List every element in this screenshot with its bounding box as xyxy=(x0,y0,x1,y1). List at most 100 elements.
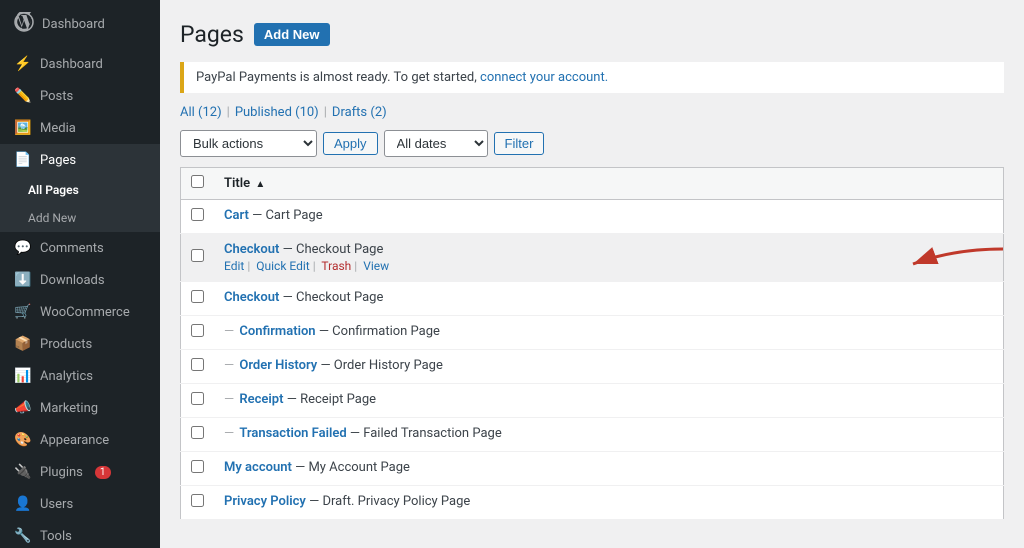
page-desc: — My Account Page xyxy=(295,460,410,475)
indent-marker: — xyxy=(224,426,237,441)
row-checkbox[interactable] xyxy=(191,208,204,221)
sidebar-item-downloads[interactable]: ⬇️ Downloads xyxy=(0,264,160,296)
sidebar-item-comments[interactable]: 💬 Comments xyxy=(0,232,160,264)
apply-button[interactable]: Apply xyxy=(323,132,378,155)
sep-1: | xyxy=(227,105,230,120)
all-pages-label: All Pages xyxy=(28,183,79,197)
row-actions: Edit| Quick Edit| Trash| View xyxy=(224,259,993,273)
analytics-icon: 📊 xyxy=(14,367,32,385)
filter-drafts-link[interactable]: Drafts (2) xyxy=(332,105,387,120)
title-col-header[interactable]: Title ▲ xyxy=(214,167,1004,199)
sidebar-item-woocommerce[interactable]: 🛒 WooCommerce xyxy=(0,296,160,328)
table-row: — Confirmation — Confirmation Page Edit|… xyxy=(181,315,1004,349)
media-icon: 🖼️ xyxy=(14,119,32,137)
sidebar-item-media[interactable]: 🖼️ Media xyxy=(0,112,160,144)
sidebar-label-downloads: Downloads xyxy=(40,273,105,288)
check-all-checkbox[interactable] xyxy=(191,175,204,188)
edit-action[interactable]: Edit xyxy=(224,259,244,273)
row-checkbox[interactable] xyxy=(191,358,204,371)
page-title-link[interactable]: Cart xyxy=(224,208,249,223)
add-new-page-label: Add New xyxy=(28,211,76,225)
sidebar-item-add-new-page[interactable]: Add New xyxy=(0,204,160,232)
sidebar-label-posts: Posts xyxy=(40,89,73,104)
page-desc: — Checkout Page xyxy=(283,290,384,305)
notice-connect-link[interactable]: connect your account. xyxy=(480,70,608,85)
page-title-link[interactable]: Checkout xyxy=(224,242,279,257)
trash-action[interactable]: Trash xyxy=(321,259,351,273)
filter-published-link[interactable]: Published (10) xyxy=(235,105,319,120)
pages-icon: 📄 xyxy=(14,151,32,169)
wp-logo-icon xyxy=(14,12,34,36)
table-row: Checkout — Checkout Page Edit| Quick Edi… xyxy=(181,233,1004,281)
row-checkbox[interactable] xyxy=(191,324,204,337)
row-checkbox-col xyxy=(181,451,215,485)
sidebar-label-comments: Comments xyxy=(40,241,104,256)
sidebar-label-products: Products xyxy=(40,337,92,352)
row-title-col: Cart — Cart Page Edit| Quick Edit| Trash… xyxy=(214,199,1004,233)
page-title-link[interactable]: Privacy Policy xyxy=(224,494,306,509)
filter-button[interactable]: Filter xyxy=(494,132,545,155)
sidebar-label-appearance: Appearance xyxy=(40,433,109,448)
page-title-link[interactable]: Receipt xyxy=(239,392,283,407)
posts-icon: ✏️ xyxy=(14,87,32,105)
filter-all-link[interactable]: All (12) xyxy=(180,105,222,120)
paypal-notice: PayPal Payments is almost ready. To get … xyxy=(180,62,1004,93)
sidebar-item-posts[interactable]: ✏️ Posts xyxy=(0,80,160,112)
plugins-icon: 🔌 xyxy=(14,463,32,481)
sidebar-item-pages[interactable]: 📄 Pages xyxy=(0,144,160,176)
woocommerce-icon: 🛒 xyxy=(14,303,32,321)
sort-icon: ▲ xyxy=(255,179,265,190)
page-title-link[interactable]: Transaction Failed xyxy=(239,426,346,441)
row-checkbox[interactable] xyxy=(191,249,204,262)
page-desc: — Order History Page xyxy=(320,358,442,373)
all-dates-select[interactable]: All dates xyxy=(384,130,488,157)
row-checkbox-col xyxy=(181,281,215,315)
sidebar-item-products[interactable]: 📦 Products xyxy=(0,328,160,360)
notice-text: PayPal Payments is almost ready. To get … xyxy=(196,70,477,85)
row-checkbox-col xyxy=(181,233,215,281)
add-new-button[interactable]: Add New xyxy=(254,23,330,46)
page-desc: — Failed Transaction Page xyxy=(350,426,502,441)
sidebar-label-tools: Tools xyxy=(40,529,72,544)
sidebar-item-appearance[interactable]: 🎨 Appearance xyxy=(0,424,160,456)
page-title-link[interactable]: My account xyxy=(224,460,292,475)
row-checkbox[interactable] xyxy=(191,290,204,303)
downloads-icon: ⬇️ xyxy=(14,271,32,289)
plugins-badge: 1 xyxy=(95,466,111,479)
view-action[interactable]: View xyxy=(363,259,389,273)
quick-edit-action[interactable]: Quick Edit xyxy=(256,259,309,273)
sidebar-item-marketing[interactable]: 📣 Marketing xyxy=(0,392,160,424)
row-checkbox[interactable] xyxy=(191,392,204,405)
page-title-link[interactable]: Confirmation xyxy=(239,324,315,339)
row-checkbox[interactable] xyxy=(191,426,204,439)
row-checkbox[interactable] xyxy=(191,494,204,507)
page-title-link[interactable]: Order History xyxy=(239,358,317,373)
sidebar-label-plugins: Plugins xyxy=(40,465,83,480)
sidebar-item-all-pages[interactable]: All Pages xyxy=(0,176,160,204)
row-checkbox-col xyxy=(181,315,215,349)
sidebar-logo[interactable]: Dashboard xyxy=(0,0,160,48)
sidebar-item-tools[interactable]: 🔧 Tools xyxy=(0,520,160,548)
sidebar-item-dashboard[interactable]: ⚡ Dashboard xyxy=(0,48,160,80)
sidebar-pages-submenu: All Pages Add New xyxy=(0,176,160,232)
dashboard-icon: ⚡ xyxy=(14,55,32,73)
table-row: — Order History — Order History Page Edi… xyxy=(181,349,1004,383)
table-row: Cart — Cart Page Edit| Quick Edit| Trash… xyxy=(181,199,1004,233)
sidebar-label-dashboard: Dashboard xyxy=(40,57,103,72)
marketing-icon: 📣 xyxy=(14,399,32,417)
sidebar-label-analytics: Analytics xyxy=(40,369,93,384)
row-checkbox-col xyxy=(181,349,215,383)
row-title-col: — Confirmation — Confirmation Page Edit|… xyxy=(214,315,1004,349)
sidebar-label-pages: Pages xyxy=(40,153,76,168)
bulk-actions-select[interactable]: Bulk actions Edit Move to Trash xyxy=(180,130,317,157)
row-checkbox[interactable] xyxy=(191,460,204,473)
sidebar-item-plugins[interactable]: 🔌 Plugins 1 xyxy=(0,456,160,488)
comments-icon: 💬 xyxy=(14,239,32,257)
pages-table: Title ▲ Cart — Cart Page Edit| Quick Edi… xyxy=(180,167,1004,520)
sidebar-item-users[interactable]: 👤 Users xyxy=(0,488,160,520)
check-all-col xyxy=(181,167,215,199)
page-desc: — Draft. Privacy Policy Page xyxy=(309,494,470,509)
page-title-link[interactable]: Checkout xyxy=(224,290,279,305)
sidebar-item-analytics[interactable]: 📊 Analytics xyxy=(0,360,160,392)
products-icon: 📦 xyxy=(14,335,32,353)
